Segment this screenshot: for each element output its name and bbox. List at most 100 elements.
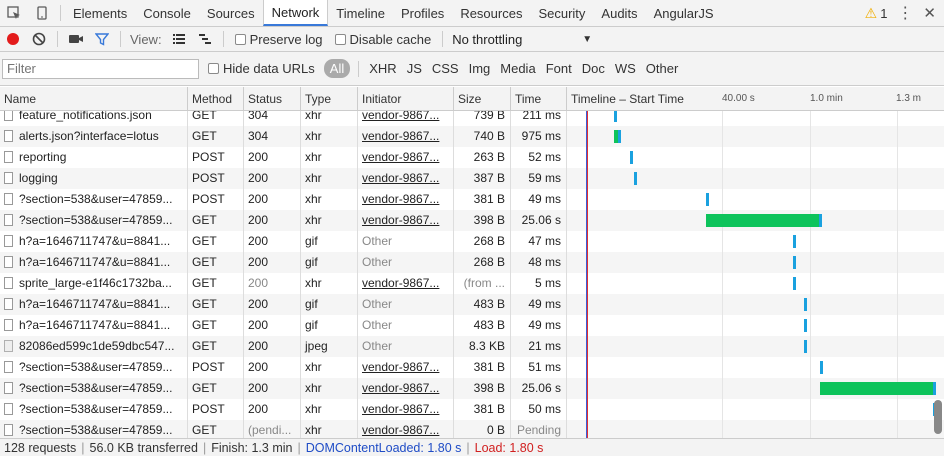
cell-method: POST — [188, 357, 244, 378]
waterfall-bar[interactable] — [630, 151, 633, 164]
waterfall-bar[interactable] — [820, 382, 936, 395]
size-value: 398 B — [473, 381, 505, 395]
waterfall-bar[interactable] — [793, 256, 796, 269]
cell-size: 381 B — [454, 357, 511, 378]
preserve-log-checkbox[interactable]: Preserve log — [234, 32, 323, 47]
cell-initiator[interactable]: vendor-9867... — [358, 210, 454, 231]
record-button[interactable] — [0, 27, 26, 51]
cell-initiator[interactable]: vendor-9867... — [358, 357, 454, 378]
tab-elements[interactable]: Elements — [65, 0, 135, 26]
filter-toggle-button[interactable] — [89, 27, 115, 51]
throttling-select[interactable]: No throttling ▼ — [452, 32, 592, 47]
hide-data-urls-checkbox[interactable]: Hide data URLs — [208, 61, 315, 76]
cell-initiator[interactable]: vendor-9867... — [358, 378, 454, 399]
video-camera-icon — [69, 35, 83, 43]
more-options-icon[interactable]: ⋮ — [897, 5, 913, 21]
column-header-size[interactable]: Size — [454, 87, 511, 111]
timeline-tick-label: 40.00 s — [722, 93, 755, 104]
transferred-size: 56.0 KB transferred — [89, 441, 198, 455]
tab-sources[interactable]: Sources — [199, 0, 263, 26]
vertical-scrollbar[interactable] — [934, 400, 942, 434]
column-header-method[interactable]: Method — [188, 87, 244, 111]
inspect-element-icon[interactable] — [0, 0, 28, 26]
device-mode-icon[interactable] — [28, 0, 56, 26]
filter-type-img[interactable]: Img — [464, 59, 496, 78]
column-header-initiator[interactable]: Initiator — [358, 87, 454, 111]
tab-angularjs[interactable]: AngularJS — [646, 0, 722, 26]
cell-method: GET — [188, 336, 244, 357]
cell-initiator[interactable]: vendor-9867... — [358, 126, 454, 147]
filter-type-css[interactable]: CSS — [427, 59, 464, 78]
cell-size: 739 B — [454, 111, 511, 126]
large-rows-button[interactable] — [166, 27, 192, 51]
document-icon — [4, 382, 13, 394]
request-name: ?section=538&user=47859... — [19, 402, 173, 416]
tab-audits[interactable]: Audits — [593, 0, 645, 26]
close-icon[interactable]: ✕ — [923, 5, 936, 21]
waterfall-bar[interactable] — [820, 361, 823, 374]
filter-type-doc[interactable]: Doc — [577, 59, 610, 78]
tab-resources[interactable]: Resources — [452, 0, 530, 26]
cell-name: h?a=1646711747&u=8841... — [0, 315, 188, 336]
cell-size: 387 B — [454, 168, 511, 189]
method-value: GET — [192, 318, 217, 332]
type-value: xhr — [305, 360, 322, 374]
tab-profiles[interactable]: Profiles — [393, 0, 452, 26]
filter-type-media[interactable]: Media — [495, 59, 540, 78]
tab-network[interactable]: Network — [262, 0, 329, 26]
status-value: 200 — [248, 192, 269, 206]
waterfall-bar[interactable] — [706, 214, 822, 227]
waterfall-bar[interactable] — [614, 130, 621, 143]
dropdown-caret-icon: ▼ — [582, 33, 593, 45]
filter-type-all[interactable]: All — [323, 59, 351, 78]
waterfall-bar[interactable] — [793, 277, 796, 290]
initiator-value: vendor-9867... — [362, 276, 440, 290]
cell-initiator[interactable]: vendor-9867... — [358, 273, 454, 294]
tab-security[interactable]: Security — [530, 0, 593, 26]
size-value: 398 B — [473, 213, 505, 227]
cell-method: GET — [188, 294, 244, 315]
warnings-badge[interactable]: ⚠ 1 — [865, 5, 888, 22]
filter-type-other[interactable]: Other — [641, 59, 684, 78]
request-name: feature_notifications.json — [19, 111, 152, 122]
waterfall-bar[interactable] — [614, 111, 617, 122]
column-header-status[interactable]: Status — [244, 87, 301, 111]
cell-status: 304 — [244, 126, 301, 147]
cell-initiator[interactable]: vendor-9867... — [358, 147, 454, 168]
cell-initiator: Other — [358, 252, 454, 273]
column-header-timeline[interactable]: Timeline – Start Time — [567, 87, 944, 111]
cell-time: 49 ms — [511, 189, 567, 210]
waterfall-bar[interactable] — [804, 319, 807, 332]
size-value: 381 B — [473, 360, 505, 374]
overview-button[interactable] — [192, 27, 218, 51]
cell-initiator[interactable]: vendor-9867... — [358, 189, 454, 210]
tab-console[interactable]: Console — [135, 0, 199, 26]
filter-icon — [95, 33, 109, 46]
column-header-type[interactable]: Type — [301, 87, 358, 111]
waterfall-bar[interactable] — [634, 172, 637, 185]
filter-type-ws[interactable]: WS — [610, 59, 641, 78]
waterfall-bar[interactable] — [804, 298, 807, 311]
clear-button[interactable] — [26, 27, 52, 51]
tab-timeline[interactable]: Timeline — [328, 0, 393, 26]
waterfall-bar[interactable] — [793, 235, 796, 248]
cell-name: h?a=1646711747&u=8841... — [0, 252, 188, 273]
waterfall-bar[interactable] — [706, 193, 709, 206]
column-header-name[interactable]: Name — [0, 87, 188, 111]
cell-time: 25.06 s — [511, 210, 567, 231]
cell-initiator[interactable]: vendor-9867... — [358, 168, 454, 189]
cell-initiator[interactable]: vendor-9867... — [358, 420, 454, 438]
column-header-time[interactable]: Time — [511, 87, 567, 111]
document-icon — [4, 193, 13, 205]
waterfall-bar[interactable] — [804, 340, 807, 353]
cell-method: GET — [188, 231, 244, 252]
capture-screenshots-button[interactable] — [63, 27, 89, 51]
cell-initiator: Other — [358, 315, 454, 336]
cell-initiator[interactable]: vendor-9867... — [358, 399, 454, 420]
cell-initiator[interactable]: vendor-9867... — [358, 111, 454, 126]
filter-type-xhr[interactable]: XHR — [364, 59, 401, 78]
filter-type-font[interactable]: Font — [541, 59, 577, 78]
disable-cache-checkbox[interactable]: Disable cache — [334, 32, 431, 47]
filter-type-js[interactable]: JS — [402, 59, 427, 78]
filter-input[interactable] — [2, 58, 199, 79]
